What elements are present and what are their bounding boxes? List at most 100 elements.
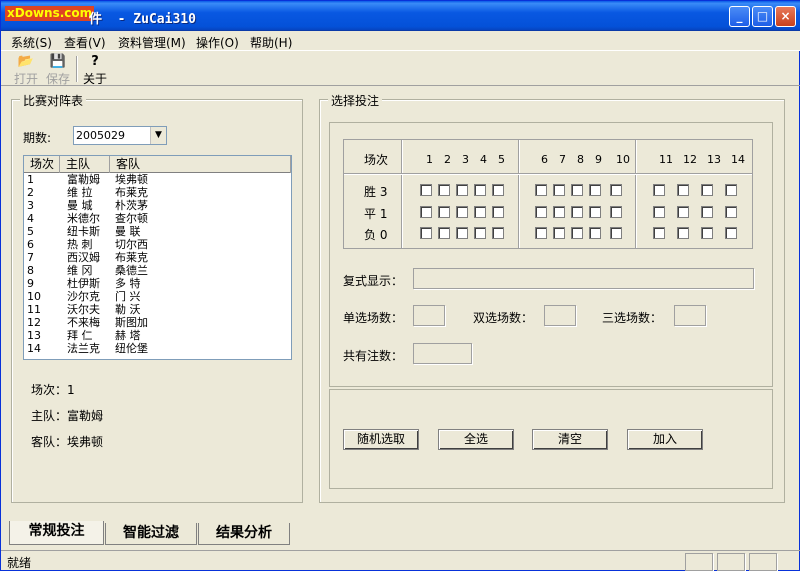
bet-checkbox[interactable] — [725, 227, 737, 239]
bet-checkbox[interactable] — [438, 227, 450, 239]
bet-checkbox[interactable] — [589, 227, 601, 239]
match-list-header: 场次 主队 客队 — [24, 156, 291, 173]
folder-open-icon: 📂 — [17, 54, 35, 69]
table-row[interactable]: 10 沙尔克 门 兴 — [24, 290, 291, 303]
table-row[interactable]: 1 富勒姆 埃弗顿 — [24, 173, 291, 186]
minimize-button[interactable]: _ — [729, 6, 750, 27]
period-select[interactable]: 2005029 ▼ — [73, 126, 167, 145]
column-match-no[interactable]: 场次 — [24, 156, 60, 173]
table-row[interactable]: 9 杜伊斯 多 特 — [24, 277, 291, 290]
bet-checkbox[interactable] — [677, 184, 689, 196]
bet-checkbox[interactable] — [677, 227, 689, 239]
about-button[interactable]: ? 关于 — [80, 54, 110, 86]
column-away-team[interactable]: 客队 — [110, 156, 291, 173]
clear-button[interactable]: 清空 — [532, 429, 608, 450]
match-number-label: 9 — [595, 153, 602, 166]
bet-checkbox[interactable] — [474, 227, 486, 239]
chevron-down-icon[interactable]: ▼ — [150, 127, 166, 144]
bet-checkbox[interactable] — [677, 206, 689, 218]
table-row[interactable]: 2 维 拉 布莱克 — [24, 186, 291, 199]
match-number-label: 10 — [616, 153, 630, 166]
table-row[interactable]: 6 热 刺 切尔西 — [24, 238, 291, 251]
match-number-label: 2 — [444, 153, 451, 166]
table-row[interactable]: 8 维 冈 桑德兰 — [24, 264, 291, 277]
double-count-label: 双选场数： — [473, 311, 534, 325]
bet-checkbox[interactable] — [492, 206, 504, 218]
bet-checkbox[interactable] — [701, 184, 713, 196]
maximize-button[interactable]: □ — [752, 6, 773, 27]
compound-label: 复式显示： — [343, 274, 404, 288]
match-no-cell: 4 — [27, 212, 34, 225]
bet-checkbox[interactable] — [610, 227, 622, 239]
match-number-label: 1 — [426, 153, 433, 166]
table-row[interactable]: 3 曼 城 朴茨茅 — [24, 199, 291, 212]
bet-checkbox[interactable] — [420, 184, 432, 196]
menu-view[interactable]: 查看(V) — [64, 34, 106, 51]
table-row[interactable]: 13 拜 仁 赫 塔 — [24, 329, 291, 342]
add-button[interactable]: 加入 — [627, 429, 703, 450]
tab-regular-bet[interactable]: 常规投注 — [9, 521, 104, 545]
bet-checkbox[interactable] — [610, 206, 622, 218]
bet-checkbox[interactable] — [653, 206, 665, 218]
title-bar[interactable]: xDowns.com 件 - ZuCai310 _ □ × — [1, 1, 800, 31]
bet-checkbox[interactable] — [701, 227, 713, 239]
table-row[interactable]: 14 法兰克 纽伦堡 — [24, 342, 291, 355]
table-row[interactable]: 4 米德尔 查尔顿 — [24, 212, 291, 225]
bet-checkbox[interactable] — [535, 184, 547, 196]
bet-checkbox[interactable] — [535, 227, 547, 239]
bet-checkbox[interactable] — [701, 206, 713, 218]
match-list[interactable]: 场次 主队 客队 1 富勒姆 埃弗顿 2 维 拉布莱克 3 曼 城朴茨茅 4 米德尔 查尔顿 5 纽卡… — [23, 155, 292, 360]
column-home-team[interactable]: 主队 — [60, 156, 110, 173]
bet-checkbox[interactable] — [535, 206, 547, 218]
bet-checkbox[interactable] — [456, 227, 468, 239]
bet-checkbox[interactable] — [553, 227, 565, 239]
toolbar: 📂 打开 💾 保存 ? 关于 — [1, 52, 800, 86]
bet-checkbox[interactable] — [571, 184, 583, 196]
bet-checkbox[interactable] — [420, 206, 432, 218]
table-row[interactable]: 7 西汉姆 布莱克 — [24, 251, 291, 264]
bet-checkbox[interactable] — [438, 184, 450, 196]
menu-operation[interactable]: 操作(O) — [196, 34, 239, 51]
save-button[interactable]: 💾 保存 — [43, 54, 73, 86]
bet-checkbox[interactable] — [492, 227, 504, 239]
outcome-label: 胜 3 — [364, 185, 388, 199]
menu-help[interactable]: 帮助(H) — [250, 34, 292, 51]
tab-smart-filter[interactable]: 智能过滤 — [105, 523, 197, 545]
table-row[interactable]: 11 沃尔夫 勒 沃 — [24, 303, 291, 316]
menu-data-management[interactable]: 资料管理(M) — [118, 34, 186, 51]
bet-checkbox[interactable] — [610, 184, 622, 196]
close-button[interactable]: × — [775, 6, 796, 27]
home-team-cell: 富勒姆 — [67, 173, 100, 186]
home-team-cell: 杜伊斯 — [67, 277, 100, 290]
bet-checkbox[interactable] — [571, 227, 583, 239]
bet-checkbox[interactable] — [553, 206, 565, 218]
bet-header-label: 场次 — [364, 153, 389, 167]
detail-home-team: 主队：富勒姆 — [31, 409, 104, 423]
random-select-button[interactable]: 随机选取 — [343, 429, 419, 450]
table-row[interactable]: 5 纽卡斯 曼 联 — [24, 225, 291, 238]
match-no-cell: 10 — [27, 290, 41, 303]
bet-checkbox[interactable] — [456, 206, 468, 218]
bet-checkbox[interactable] — [589, 184, 601, 196]
bet-checkbox[interactable] — [653, 227, 665, 239]
match-number-label: 4 — [480, 153, 487, 166]
bet-checkbox[interactable] — [553, 184, 565, 196]
table-row[interactable]: 12 不来梅 斯图加 — [24, 316, 291, 329]
main-window: xDowns.com 件 - ZuCai310 _ □ × 系统(S) 查看(V… — [0, 0, 800, 571]
bet-checkbox[interactable] — [456, 184, 468, 196]
bet-checkbox[interactable] — [725, 184, 737, 196]
bet-checkbox[interactable] — [589, 206, 601, 218]
open-button[interactable]: 📂 打开 — [11, 54, 41, 86]
away-team-cell: 布莱克 — [115, 251, 148, 264]
bet-checkbox[interactable] — [653, 184, 665, 196]
select-all-button[interactable]: 全选 — [438, 429, 514, 450]
bet-checkbox[interactable] — [474, 206, 486, 218]
menu-system[interactable]: 系统(S) — [11, 34, 52, 51]
bet-checkbox[interactable] — [420, 227, 432, 239]
tab-result-analysis[interactable]: 结果分析 — [198, 523, 290, 545]
bet-checkbox[interactable] — [571, 206, 583, 218]
bet-checkbox[interactable] — [492, 184, 504, 196]
bet-checkbox[interactable] — [438, 206, 450, 218]
bet-checkbox[interactable] — [725, 206, 737, 218]
bet-checkbox[interactable] — [474, 184, 486, 196]
